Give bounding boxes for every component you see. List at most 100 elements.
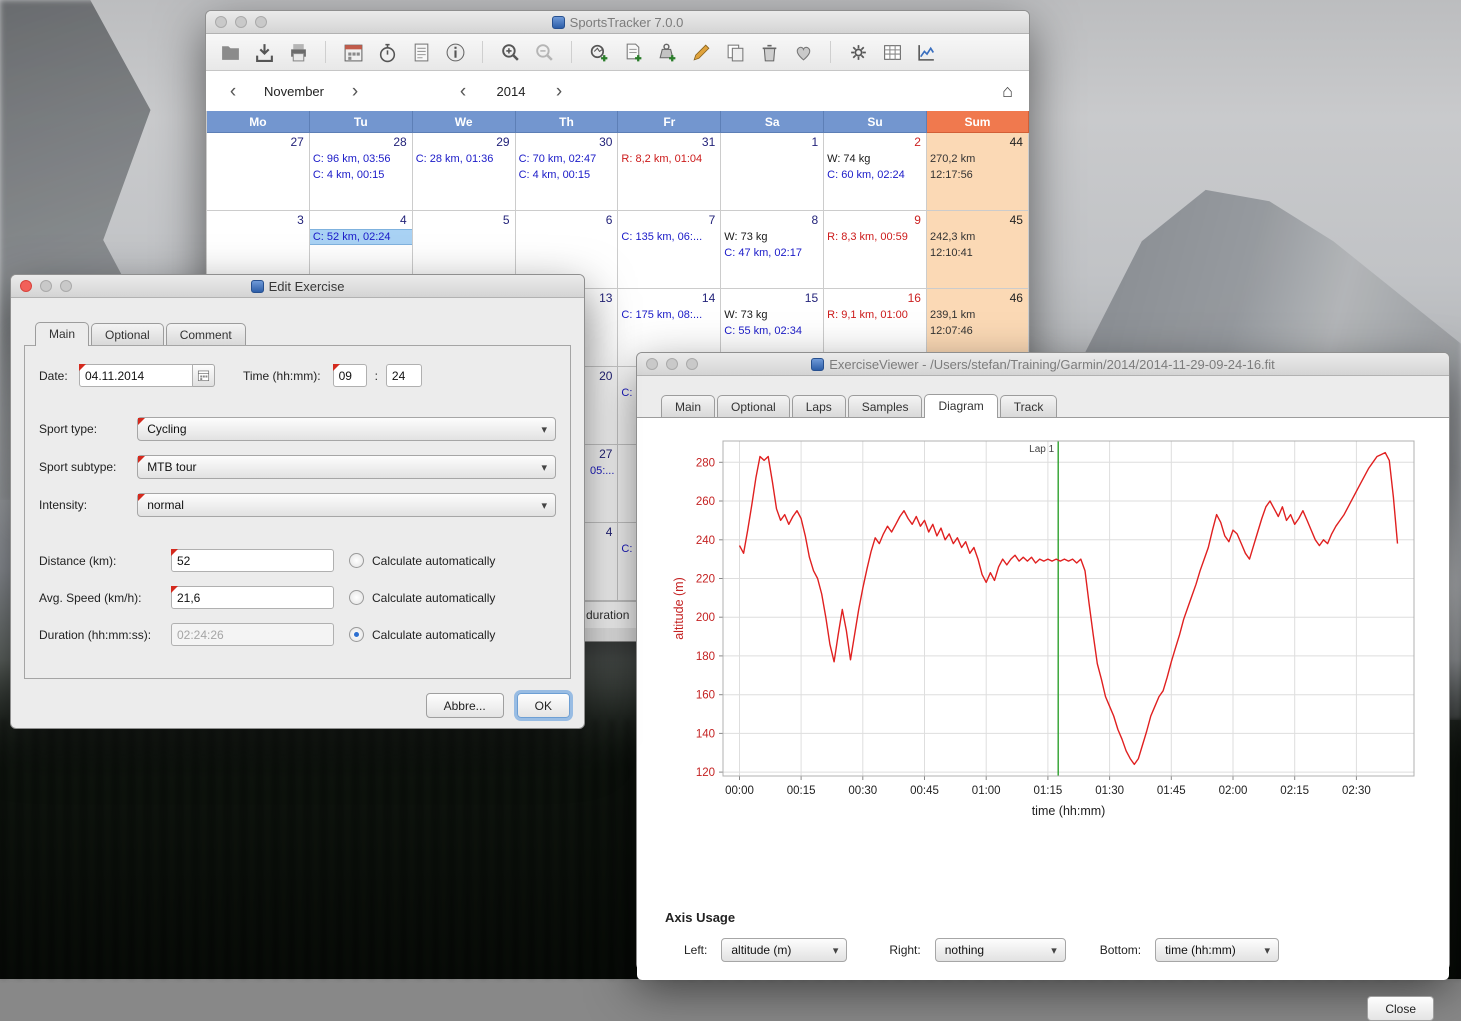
calendar-header-sum[interactable]: Sum	[927, 111, 1029, 133]
favorite-button[interactable]	[789, 38, 817, 66]
minimize-window-button[interactable]	[40, 280, 52, 292]
exercise-entry[interactable]: R: 8,2 km, 01:04	[618, 152, 720, 166]
close-window-button[interactable]	[215, 16, 227, 28]
calendar-header-th[interactable]: Th	[516, 111, 619, 133]
intensity-select[interactable]: normal	[137, 493, 556, 517]
calendar-day-cell[interactable]: 8W: 73 kgC: 47 km, 02:17	[721, 211, 824, 289]
calendar-header-tu[interactable]: Tu	[310, 111, 413, 133]
zoom-out-button[interactable]	[530, 38, 558, 66]
sport-type-select[interactable]: Cycling	[137, 417, 556, 441]
calendar-day-cell[interactable]: 31R: 8,2 km, 01:04	[618, 133, 721, 211]
minimize-window-button[interactable]	[666, 358, 678, 370]
sport-subtype-select[interactable]: MTB tour	[137, 455, 556, 479]
calendar-day-cell[interactable]: 29C: 28 km, 01:36	[413, 133, 516, 211]
minimize-window-button[interactable]	[235, 16, 247, 28]
avg-speed-auto-radio[interactable]	[349, 590, 364, 605]
settings-button[interactable]	[844, 38, 872, 66]
calendar-header-sa[interactable]: Sa	[721, 111, 824, 133]
ok-button[interactable]: OK	[517, 693, 570, 718]
exercise-entry[interactable]: C: 47 km, 02:17	[721, 246, 823, 260]
duration-auto-radio[interactable]	[349, 627, 364, 642]
print-button[interactable]	[284, 38, 312, 66]
window-controls[interactable]	[20, 280, 72, 292]
chart-view-button[interactable]	[912, 38, 940, 66]
exercise-entry[interactable]: C: 135 km, 06:...	[618, 230, 720, 244]
exercise-entry[interactable]: C: 4 km, 00:15	[310, 168, 412, 182]
exercise-entry[interactable]: R: 9,1 km, 01:00	[824, 308, 926, 322]
time-minutes-input[interactable]	[386, 364, 422, 387]
distance-input[interactable]	[171, 549, 334, 572]
duration-input[interactable]	[171, 623, 334, 646]
exercise-entry[interactable]: W: 73 kg	[721, 308, 823, 322]
exercise-entry[interactable]: C: 55 km, 02:34	[721, 324, 823, 338]
exercise-entry[interactable]: R: 8,3 km, 00:59	[824, 230, 926, 244]
tab-samples[interactable]: Samples	[848, 395, 923, 417]
zoom-window-button[interactable]	[60, 280, 72, 292]
calendar-header-fr[interactable]: Fr	[618, 111, 721, 133]
zoom-in-button[interactable]	[496, 38, 524, 66]
date-input[interactable]	[79, 364, 193, 387]
calendar-day-cell[interactable]: 2W: 74 kgC: 60 km, 02:24	[824, 133, 927, 211]
info-button[interactable]	[441, 38, 469, 66]
calendar-header-we[interactable]: We	[413, 111, 516, 133]
add-note-button[interactable]	[619, 38, 647, 66]
exercise-entry[interactable]: W: 74 kg	[824, 152, 926, 166]
table-view-button[interactable]	[878, 38, 906, 66]
exercise-entry[interactable]: C: 70 km, 02:47	[516, 152, 618, 166]
next-year-button[interactable]: ›	[546, 82, 572, 101]
exercise-entry[interactable]: C: 175 km, 08:...	[618, 308, 720, 322]
window-controls[interactable]	[215, 16, 267, 28]
tab-comment[interactable]: Comment	[166, 323, 246, 345]
delete-entry-button[interactable]	[755, 38, 783, 66]
exercise-viewer-window[interactable]: ExerciseViewer - /Users/stefan/Training/…	[636, 352, 1450, 970]
home-button[interactable]: ⌂	[1002, 81, 1013, 102]
window-controls[interactable]	[646, 358, 698, 370]
exercise-entry[interactable]: W: 73 kg	[721, 230, 823, 244]
calendar-day-cell[interactable]: 28C: 96 km, 03:56C: 4 km, 00:15	[310, 133, 413, 211]
tab-laps[interactable]: Laps	[792, 395, 846, 417]
tab-main[interactable]: Main	[35, 322, 89, 346]
close-window-button[interactable]	[646, 358, 658, 370]
list-view-button[interactable]	[407, 38, 435, 66]
open-folder-button[interactable]	[216, 38, 244, 66]
calendar-day-cell[interactable]: 1	[721, 133, 824, 211]
calendar-day-cell[interactable]: 7C: 135 km, 06:...	[618, 211, 721, 289]
tab-optional[interactable]: Optional	[91, 323, 164, 345]
bottom-axis-select[interactable]: time (hh:mm)	[1155, 938, 1279, 962]
altitude-diagram-chart[interactable]: 12014016018020022024026028000:0000:1500:…	[667, 428, 1427, 838]
cancel-button[interactable]: Abbre...	[426, 693, 504, 718]
add-exercise-button[interactable]	[585, 38, 613, 66]
calendar-day-cell[interactable]: 30C: 70 km, 02:47C: 4 km, 00:15	[516, 133, 619, 211]
close-button[interactable]: Close	[1367, 996, 1434, 1021]
titlebar[interactable]: SportsTracker 7.0.0	[206, 11, 1029, 34]
tab-optional[interactable]: Optional	[717, 395, 790, 417]
avg-speed-input[interactable]	[171, 586, 334, 609]
exercise-entry[interactable]: C: 60 km, 02:24	[824, 168, 926, 182]
time-hours-input[interactable]	[333, 364, 367, 387]
calendar-header-su[interactable]: Su	[824, 111, 927, 133]
stopwatch-button[interactable]	[373, 38, 401, 66]
calendar-view-button[interactable]	[339, 38, 367, 66]
zoom-window-button[interactable]	[686, 358, 698, 370]
tab-main[interactable]: Main	[661, 395, 715, 417]
exercise-entry[interactable]: C: 96 km, 03:56	[310, 152, 412, 166]
close-window-button[interactable]	[20, 280, 32, 292]
right-axis-select[interactable]: nothing	[935, 938, 1066, 962]
tab-diagram[interactable]: Diagram	[924, 394, 997, 418]
titlebar[interactable]: Edit Exercise	[11, 275, 584, 298]
calendar-header-mo[interactable]: Mo	[207, 111, 310, 133]
exercise-entry[interactable]: C: 4 km, 00:15	[516, 168, 618, 182]
add-weight-button[interactable]	[653, 38, 681, 66]
tab-track[interactable]: Track	[1000, 395, 1058, 417]
calendar-day-cell[interactable]: 9R: 8,3 km, 00:59	[824, 211, 927, 289]
left-axis-select[interactable]: altitude (m)	[721, 938, 847, 962]
next-month-button[interactable]: ›	[342, 82, 368, 101]
zoom-window-button[interactable]	[255, 16, 267, 28]
save-button[interactable]	[250, 38, 278, 66]
date-picker-button[interactable]	[193, 364, 215, 387]
prev-year-button[interactable]: ‹	[450, 82, 476, 101]
distance-auto-radio[interactable]	[349, 553, 364, 568]
copy-entry-button[interactable]	[721, 38, 749, 66]
exercise-entry[interactable]: C: 52 km, 02:24	[310, 230, 412, 244]
titlebar[interactable]: ExerciseViewer - /Users/stefan/Training/…	[637, 353, 1449, 376]
